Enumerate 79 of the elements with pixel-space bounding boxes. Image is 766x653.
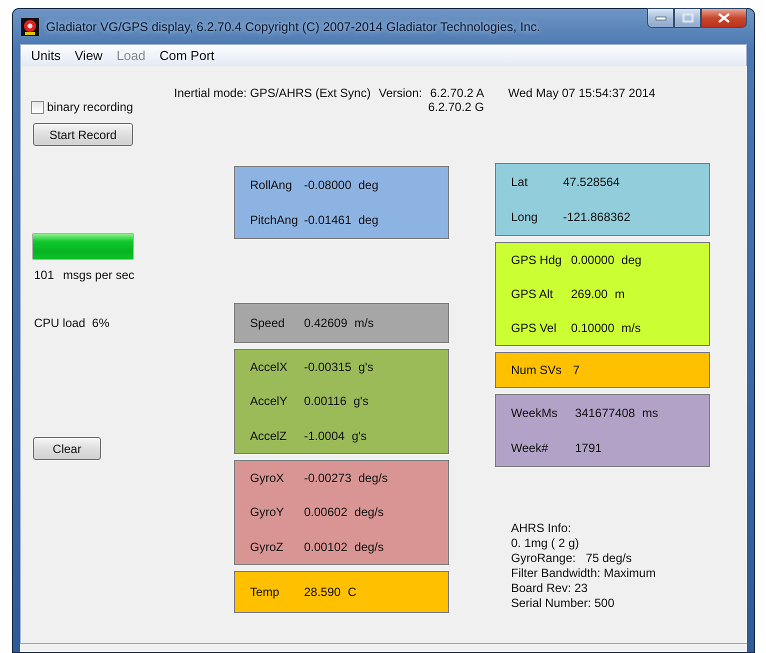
readout-value: 0.42609 [304, 316, 348, 330]
readout-value: 341677408 [575, 406, 636, 420]
date-time-text: Wed May 07 15:54:37 2014 [508, 86, 656, 100]
readout-label: Temp [250, 585, 280, 599]
readout-value: -0.08000 [304, 178, 352, 192]
readout-unit: ms [642, 406, 658, 420]
readout-label: AccelX [250, 360, 288, 374]
clear-button[interactable]: Clear [33, 437, 101, 460]
rate-unit: msgs per sec [63, 268, 134, 282]
info-text: GyroRange: 75 deg/s [511, 551, 633, 566]
readout-unit: deg [358, 178, 378, 192]
info-text: AHRS Info: [511, 521, 572, 536]
readout-unit: g's [358, 360, 374, 374]
readout-label: Long [511, 210, 539, 224]
readout-label: GPS Alt [511, 287, 554, 301]
readout-value: 0.00102 [304, 540, 348, 554]
maximize-icon [682, 13, 694, 23]
info-text: Filter Bandwidth: Maximum [511, 566, 657, 581]
maximize-button[interactable] [674, 8, 701, 28]
readout-value: 7 [573, 363, 580, 377]
readout-value: -0.00315 [304, 360, 352, 374]
readout-label: GyroY [250, 505, 286, 520]
readout-unit: deg [621, 253, 642, 267]
menu-item[interactable]: Com Port [152, 48, 222, 63]
readout-value: -1.0004 [304, 428, 345, 443]
readout-label: RollAng [250, 178, 294, 192]
menu-item[interactable]: View [68, 48, 110, 63]
readout-value: 0.10000 [571, 321, 614, 335]
checkbox-label[interactable]: binary recording [47, 100, 134, 114]
window-title: Gladiator VG/GPS display, 6.2.70.4 Copyright (C) 2007-2014 Gladiator Technologies, Inc. [46, 20, 542, 34]
readout-value: -121.868362 [563, 210, 630, 224]
inertial-mode-text: Inertial mode: GPS/AHRS (Ext Sync) [174, 86, 371, 100]
readout-label: Num SVs [511, 363, 563, 377]
rate-value: 101 [34, 268, 54, 282]
readout-label: WeekMs [511, 406, 558, 420]
readout-unit: m [614, 287, 625, 301]
readout-value: 47.528564 [563, 174, 620, 189]
minimize-button[interactable] [647, 8, 674, 28]
readout-unit: deg/s [354, 505, 384, 520]
readout-unit: C [348, 585, 356, 599]
info-text: Board Rev: 23 [511, 581, 589, 596]
menu-item[interactable]: Units [24, 48, 68, 63]
close-icon [717, 13, 731, 23]
readout-value: 269.00 [571, 287, 608, 301]
readout-unit: m/s [621, 321, 641, 335]
version-text: 6.2.70.2 G [428, 100, 484, 114]
readout-value: 0.00602 [304, 505, 348, 520]
readout-unit: g's [352, 428, 367, 443]
readout-label: GPS Vel [511, 321, 558, 335]
readout-label: Lat [511, 174, 529, 189]
readout-value: 0.00000 [571, 253, 614, 267]
version-text: 6.2.70.2 A [430, 86, 484, 100]
readout-value: 1791 [575, 441, 602, 456]
readout-unit: m/s [354, 316, 374, 330]
readout-label: PitchAng [250, 213, 300, 228]
app-icon [21, 18, 39, 36]
version-label: Version: [378, 86, 422, 100]
readout-label: Week# [511, 441, 550, 456]
minimize-icon [654, 15, 666, 21]
readout-label: GPS Hdg [511, 253, 563, 267]
start-record-button[interactable]: Start Record [33, 123, 133, 146]
readout-label: GyroX [250, 471, 286, 486]
readout-label: AccelY [250, 394, 288, 408]
readout-value: -0.01461 [304, 213, 352, 228]
readout-label: Speed [250, 316, 286, 330]
readout-unit: deg [358, 213, 378, 228]
readout-value: 28.590 [304, 585, 341, 599]
readout-unit: deg/s [358, 471, 388, 486]
close-button[interactable] [701, 8, 747, 28]
readout-label: GyroZ [250, 540, 284, 554]
readout-value: -0.00273 [304, 471, 352, 486]
readout-value: 0.00116 [304, 394, 346, 408]
readout-unit: deg/s [354, 540, 384, 554]
readout-label: AccelZ [250, 428, 288, 443]
cpu-load-text: CPU load 6% [34, 316, 110, 330]
readout-unit: g's [354, 394, 368, 408]
info-text: Serial Number: 500 [511, 596, 616, 611]
checkbox[interactable] [31, 100, 44, 114]
info-text: 0. 1mg ( 2 g) [511, 536, 580, 551]
